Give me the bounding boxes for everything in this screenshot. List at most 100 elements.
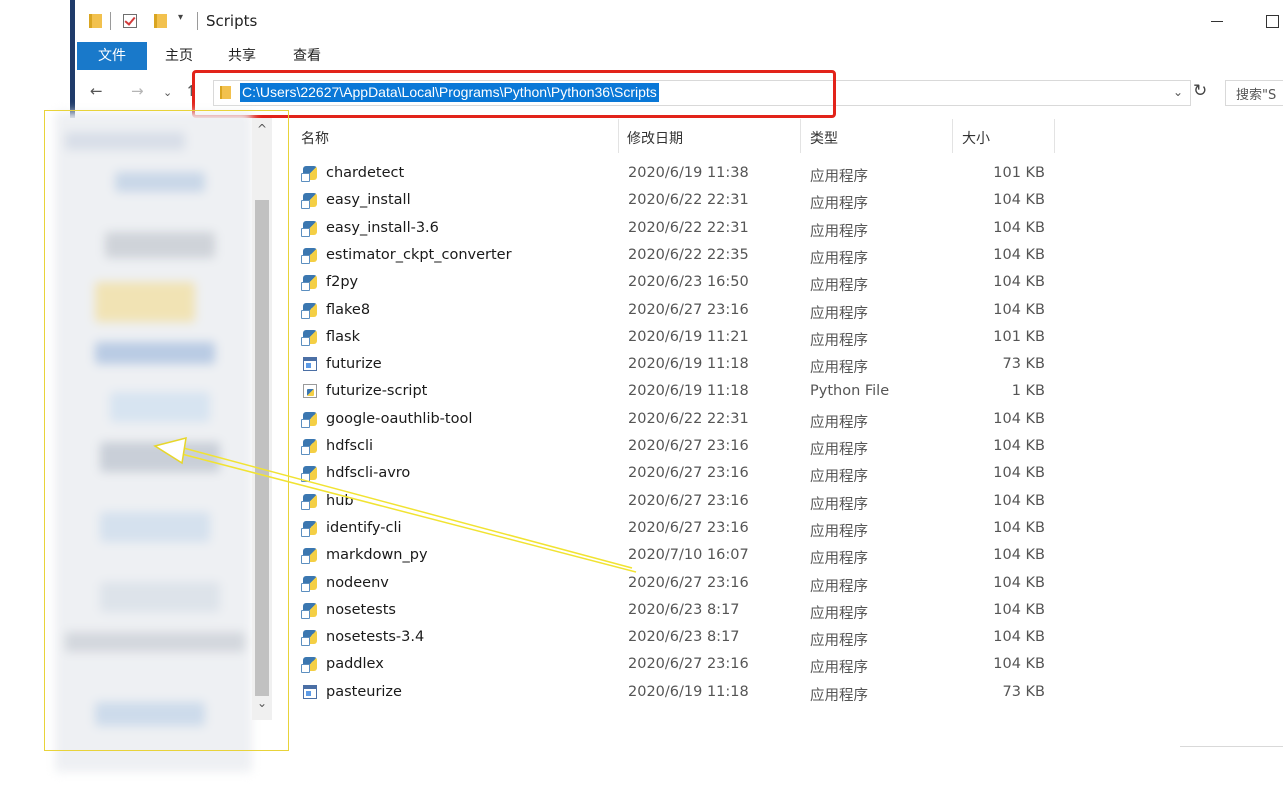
python-exe-icon <box>301 493 317 510</box>
column-divider[interactable] <box>1054 119 1055 153</box>
file-row[interactable]: f2py 2020/6/23 16:50 应用程序 104 KB <box>290 269 1070 296</box>
minimize-button[interactable] <box>1203 6 1233 36</box>
file-modified-date: 2020/6/19 11:18 <box>628 683 749 700</box>
file-name: nosetests <box>326 601 396 618</box>
file-type: 应用程序 <box>810 523 868 540</box>
file-modified-date: 2020/6/23 8:17 <box>628 601 740 618</box>
properties-check-icon[interactable] <box>123 14 137 28</box>
file-type: 应用程序 <box>810 414 868 431</box>
column-divider[interactable] <box>952 119 953 153</box>
file-modified-date: 2020/6/22 22:35 <box>628 246 749 263</box>
file-type: 应用程序 <box>810 660 868 677</box>
file-modified-date: 2020/6/27 23:16 <box>628 519 749 536</box>
toolbar-divider <box>197 12 198 30</box>
file-row[interactable]: hub 2020/6/27 23:16 应用程序 104 KB <box>290 488 1070 515</box>
window-title: Scripts <box>206 12 258 30</box>
file-size: 104 KB <box>993 547 1045 564</box>
file-name: hub <box>326 492 354 509</box>
file-row[interactable]: pasteurize 2020/6/19 11:18 应用程序 73 KB <box>290 679 1070 706</box>
file-modified-date: 2020/6/27 23:16 <box>628 465 749 482</box>
file-size: 104 KB <box>993 656 1045 673</box>
file-size: 104 KB <box>993 192 1045 209</box>
file-name: estimator_ckpt_converter <box>326 246 512 263</box>
file-row[interactable]: nosetests 2020/6/23 8:17 应用程序 104 KB <box>290 597 1070 624</box>
file-modified-date: 2020/6/22 22:31 <box>628 410 749 427</box>
file-row[interactable]: nosetests-3.4 2020/6/23 8:17 应用程序 104 KB <box>290 624 1070 651</box>
file-row[interactable]: flake8 2020/6/27 23:16 应用程序 104 KB <box>290 297 1070 324</box>
tab-view[interactable]: 查看 <box>281 42 333 70</box>
file-type: 应用程序 <box>810 469 868 486</box>
file-modified-date: 2020/7/10 16:07 <box>628 547 749 564</box>
file-row[interactable]: hdfscli-avro 2020/6/27 23:16 应用程序 104 KB <box>290 460 1070 487</box>
python-exe-icon <box>301 630 317 647</box>
file-type: 应用程序 <box>810 250 868 267</box>
file-modified-date: 2020/6/27 23:16 <box>628 438 749 454</box>
file-modified-date: 2020/6/27 23:16 <box>628 301 749 318</box>
column-header-size[interactable]: 大小 <box>962 128 990 148</box>
forward-button[interactable]: → <box>131 82 144 100</box>
file-modified-date: 2020/6/19 11:18 <box>628 383 749 400</box>
new-folder-icon[interactable] <box>154 14 167 28</box>
scroll-up-arrow-icon[interactable]: ^ <box>257 122 267 136</box>
file-row[interactable]: google-oauthlib-tool 2020/6/22 22:31 应用程序 1… <box>290 406 1070 433</box>
python-exe-icon <box>301 275 317 292</box>
python-exe-icon <box>301 193 317 210</box>
file-modified-date: 2020/6/27 23:16 <box>628 574 749 591</box>
ribbon-tabs: 文件 主页 共享 查看 <box>75 42 1283 72</box>
file-size: 101 KB <box>993 328 1045 345</box>
file-row[interactable]: paddlex 2020/6/27 23:16 应用程序 104 KB <box>290 651 1070 678</box>
search-input[interactable]: 搜索"S <box>1225 80 1283 106</box>
file-type: 应用程序 <box>810 578 868 595</box>
file-row[interactable]: futurize-script 2020/6/19 11:18 Python Fil… <box>290 378 1070 405</box>
refresh-button[interactable]: ↻ <box>1193 81 1207 101</box>
column-header-type[interactable]: 类型 <box>810 128 838 148</box>
file-row[interactable]: easy_install-3.6 2020/6/22 22:31 应用程序 104 K… <box>290 215 1070 242</box>
file-name: f2py <box>326 274 359 291</box>
file-size: 104 KB <box>993 574 1045 591</box>
file-row[interactable]: flask 2020/6/19 11:21 应用程序 101 KB <box>290 324 1070 351</box>
divider <box>1180 746 1283 747</box>
file-type: 应用程序 <box>810 442 868 458</box>
file-row[interactable]: nodeenv 2020/6/27 23:16 应用程序 104 KB <box>290 570 1070 597</box>
file-size: 104 KB <box>993 219 1045 236</box>
scroll-thumb[interactable] <box>255 200 269 696</box>
file-size: 104 KB <box>993 410 1045 427</box>
python-exe-icon <box>301 166 317 182</box>
file-row[interactable]: identify-cli 2020/6/27 23:16 应用程序 104 KB <box>290 515 1070 542</box>
file-name: nosetests-3.4 <box>326 629 425 646</box>
file-name: identify-cli <box>326 519 402 536</box>
tab-home[interactable]: 主页 <box>153 42 205 70</box>
tab-file[interactable]: 文件 <box>77 42 147 70</box>
recent-locations-button[interactable]: ⌄ <box>163 86 172 99</box>
file-type: 应用程序 <box>810 496 868 513</box>
file-row[interactable]: chardetect 2020/6/19 11:38 应用程序 101 KB <box>290 160 1070 187</box>
file-row[interactable]: estimator_ckpt_converter 2020/6/22 22:35 应… <box>290 242 1070 269</box>
quick-access-dropdown-icon[interactable]: ▾ <box>178 12 183 23</box>
file-size: 104 KB <box>993 301 1045 318</box>
python-exe-icon <box>301 411 317 428</box>
file-row[interactable]: futurize 2020/6/19 11:18 应用程序 73 KB <box>290 351 1070 378</box>
file-list: chardetect 2020/6/19 11:38 应用程序 101 KB easy_… <box>290 160 1070 718</box>
python-exe-icon <box>301 657 317 674</box>
address-dropdown-icon[interactable]: ⌄ <box>1173 85 1183 99</box>
column-header-date[interactable]: 修改日期 <box>627 128 683 148</box>
file-size: 104 KB <box>993 601 1045 618</box>
column-divider[interactable] <box>800 119 801 153</box>
file-type: 应用程序 <box>810 223 868 240</box>
file-modified-date: 2020/6/22 22:31 <box>628 219 749 236</box>
file-row[interactable]: markdown_py 2020/7/10 16:07 应用程序 104 KB <box>290 542 1070 569</box>
file-name: chardetect <box>326 165 405 181</box>
column-divider[interactable] <box>618 119 619 153</box>
nav-pane-scrollbar[interactable]: ^ ⌄ <box>252 118 272 720</box>
file-type: 应用程序 <box>810 605 868 622</box>
file-size: 104 KB <box>993 274 1045 291</box>
file-row[interactable]: hdfscli 2020/6/27 23:16 应用程序 104 KB <box>290 433 1070 460</box>
tab-share[interactable]: 共享 <box>216 42 268 70</box>
title-bar: ▾ Scripts <box>75 0 1283 42</box>
scroll-down-arrow-icon[interactable]: ⌄ <box>257 696 267 710</box>
maximize-button[interactable] <box>1257 6 1283 36</box>
file-row[interactable]: easy_install 2020/6/22 22:31 应用程序 104 KB <box>290 187 1070 214</box>
file-modified-date: 2020/6/27 23:16 <box>628 656 749 673</box>
back-button[interactable]: ← <box>90 82 103 100</box>
column-header-name[interactable]: 名称 <box>301 128 329 148</box>
